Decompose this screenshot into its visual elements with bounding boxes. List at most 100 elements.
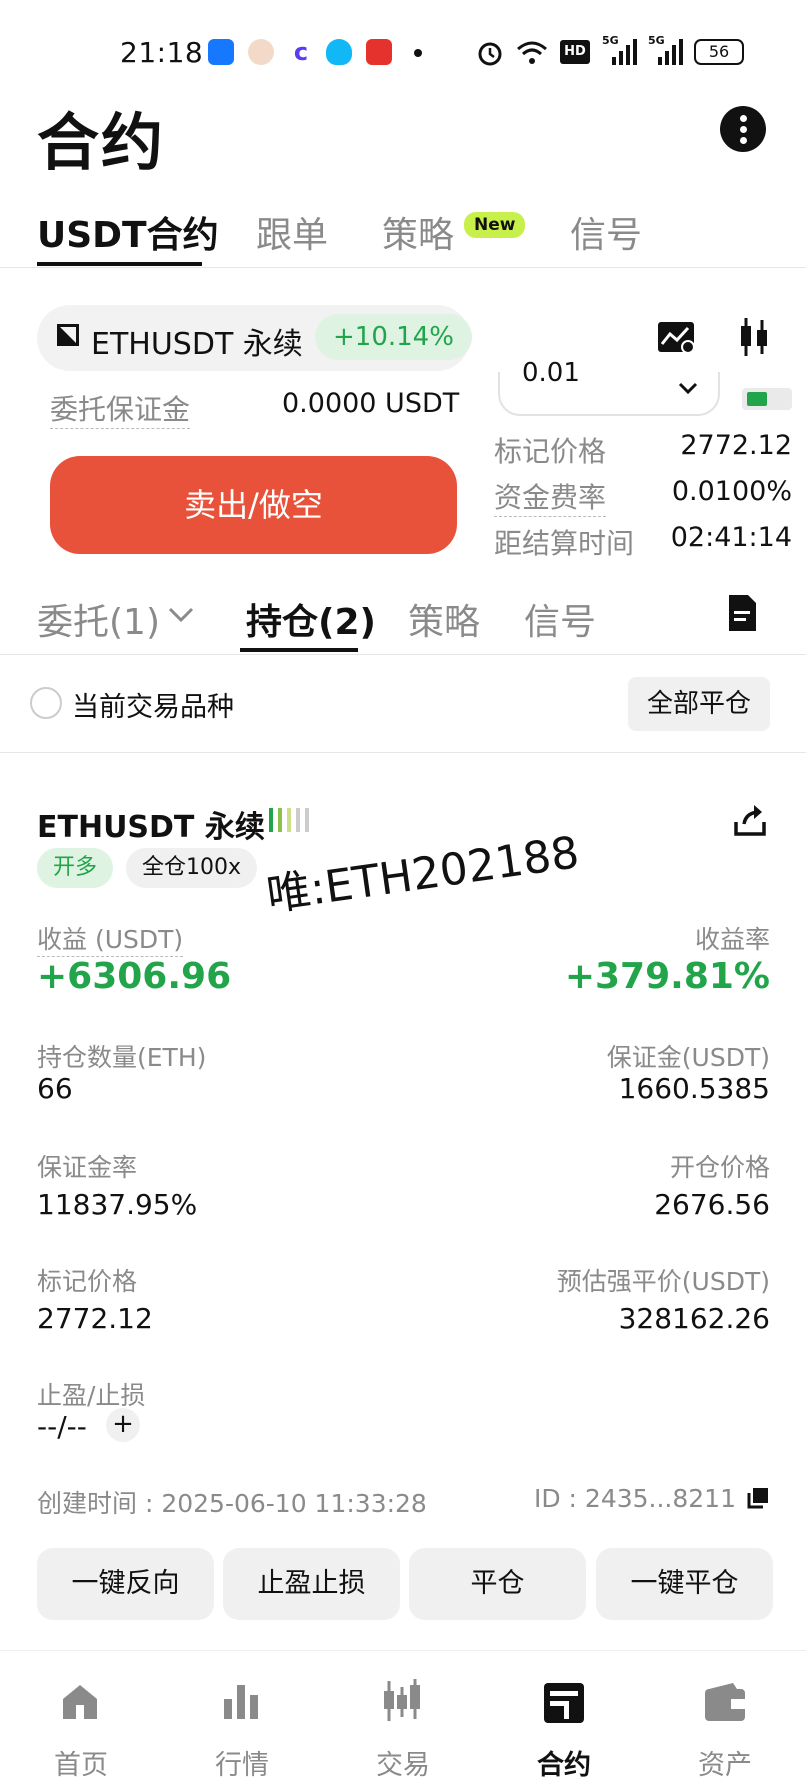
margin-value: 0.0000 USDT bbox=[282, 388, 460, 419]
close-all-button[interactable]: 全部平仓 bbox=[628, 677, 770, 731]
tab-usdt-contract[interactable]: USDT合约 bbox=[37, 206, 219, 258]
wallet-icon bbox=[705, 1683, 745, 1721]
created-time: 创建时间 : 2025-06-10 11:33:28 bbox=[37, 1489, 427, 1518]
mark-price-value: 2772.12 bbox=[680, 430, 792, 461]
position-mark-value: 2772.12 bbox=[37, 1302, 153, 1335]
nav-assets[interactable]: 资产 bbox=[645, 1651, 805, 1792]
contract-icon bbox=[544, 1683, 584, 1723]
home-icon bbox=[63, 1685, 97, 1719]
margin-ratio-value: 11837.95% bbox=[37, 1188, 198, 1221]
size-label: 持仓数量(ETH) bbox=[37, 1043, 207, 1072]
margin-label[interactable]: 委托保证金 bbox=[50, 388, 191, 429]
nav-markets[interactable]: 行情 bbox=[162, 1651, 322, 1792]
network-label-1: 5G bbox=[602, 34, 619, 47]
entry-price-value: 2676.56 bbox=[654, 1188, 770, 1221]
bar-chart-icon bbox=[224, 1685, 258, 1719]
tpsl-button[interactable]: 止盈止损 bbox=[223, 1548, 400, 1620]
add-tpsl-button[interactable]: + bbox=[106, 1408, 140, 1442]
sell-short-button[interactable]: 卖出/做空 bbox=[50, 456, 457, 554]
alarm-icon bbox=[478, 42, 502, 66]
nav-assets-label: 资产 bbox=[698, 1750, 752, 1781]
battery-level: 56 bbox=[708, 42, 730, 61]
liquidation-price-value: 328162.26 bbox=[618, 1302, 770, 1335]
tab-position-strategy[interactable]: 策略 bbox=[408, 593, 480, 645]
more-menu-button[interactable] bbox=[720, 106, 766, 152]
mode-tag: 全仓100x bbox=[126, 848, 258, 888]
funding-rate-value: 0.0100% bbox=[671, 476, 792, 507]
quick-close-button[interactable]: 一键平仓 bbox=[596, 1548, 773, 1620]
more-notifications-dot bbox=[414, 49, 422, 57]
reverse-position-button[interactable]: 一键反向 bbox=[37, 1548, 214, 1620]
active-tab-underline bbox=[37, 262, 202, 266]
qq-icon bbox=[326, 39, 352, 65]
c-app-icon: c bbox=[288, 39, 314, 65]
position-tabs: 委托(1) 持仓(2) 策略 信号 bbox=[0, 585, 806, 655]
side-tag: 开多 bbox=[37, 848, 114, 888]
position-margin-label: 保证金(USDT) bbox=[606, 1043, 770, 1072]
page-title: 合约 bbox=[37, 106, 166, 179]
mark-price-label: 标记价格 bbox=[494, 435, 607, 468]
roe-value: +379.81% bbox=[564, 956, 770, 997]
nav-contract[interactable]: 合约 bbox=[484, 1651, 644, 1792]
roe-label: 收益率 bbox=[694, 925, 770, 954]
funding-rate-label[interactable]: 资金费率 bbox=[494, 476, 607, 517]
tab-signal[interactable]: 信号 bbox=[570, 206, 642, 258]
orders-chevron-down-icon bbox=[168, 607, 194, 623]
current-symbol-checkbox[interactable] bbox=[30, 687, 62, 719]
pair-selector[interactable]: ETHUSDT 永续 +10.14% bbox=[37, 305, 472, 371]
position-id: ID : 2435...8211 bbox=[533, 1484, 736, 1513]
battery-icon: 56 bbox=[694, 39, 744, 65]
contract-tabs: USDT合约 跟单 策略 New 信号 bbox=[0, 200, 806, 268]
status-bar: 21:18 c HD 5G 5G 56 bbox=[0, 30, 806, 74]
nav-home-label: 首页 bbox=[54, 1750, 108, 1781]
current-symbol-label: 当前交易品种 bbox=[72, 692, 234, 723]
quantity-select[interactable]: 0.01 bbox=[498, 358, 720, 416]
share-icon[interactable] bbox=[732, 802, 768, 838]
pair-name: ETHUSDT 永续 bbox=[91, 327, 303, 362]
network-label-2: 5G bbox=[648, 34, 665, 47]
positions-tab-underline bbox=[240, 648, 358, 652]
toggle-switch[interactable] bbox=[742, 388, 792, 410]
copy-icon[interactable] bbox=[746, 1486, 770, 1510]
nav-trade-label: 交易 bbox=[376, 1750, 430, 1781]
tab-position-signal[interactable]: 信号 bbox=[524, 593, 596, 645]
tpsl-label: 止盈/止损 bbox=[37, 1381, 146, 1410]
tab-orders[interactable]: 委托(1) bbox=[37, 593, 160, 645]
tab-positions[interactable]: 持仓(2) bbox=[246, 593, 376, 645]
size-value: 66 bbox=[37, 1072, 73, 1105]
avatar-notification-icon bbox=[248, 39, 274, 65]
tpsl-value: --/-- bbox=[37, 1410, 87, 1443]
chevron-down-icon bbox=[678, 382, 698, 395]
nav-trade[interactable]: 交易 bbox=[323, 1651, 483, 1792]
pnl-label[interactable]: 收益 (USDT) bbox=[37, 920, 184, 957]
candlestick-icon[interactable] bbox=[738, 316, 770, 358]
leverage-bars-icon bbox=[269, 808, 309, 832]
chart-icon[interactable] bbox=[656, 320, 696, 356]
position-mark-label: 标记价格 bbox=[37, 1267, 138, 1296]
new-badge: New bbox=[464, 212, 526, 238]
filter-row: 当前交易品种 全部平仓 bbox=[0, 655, 806, 753]
close-position-button[interactable]: 平仓 bbox=[409, 1548, 586, 1620]
liquidation-price-label: 预估强平价(USDT) bbox=[556, 1267, 770, 1296]
nav-contract-label: 合约 bbox=[537, 1750, 591, 1781]
nav-home[interactable]: 首页 bbox=[1, 1651, 161, 1792]
tab-strategy[interactable]: 策略 bbox=[382, 206, 454, 258]
quantity-select-value: 0.01 bbox=[522, 358, 580, 388]
entry-price-label: 开仓价格 bbox=[669, 1153, 770, 1182]
trade-candle-icon bbox=[384, 1679, 420, 1721]
nav-markets-label: 行情 bbox=[215, 1750, 269, 1781]
pnl-value: +6306.96 bbox=[37, 956, 232, 997]
hd-icon: HD bbox=[560, 40, 590, 64]
pair-change-badge: +10.14% bbox=[315, 314, 472, 360]
margin-ratio-label: 保证金率 bbox=[37, 1153, 138, 1182]
settlement-time-value: 02:41:14 bbox=[670, 522, 792, 553]
tab-copy-trading[interactable]: 跟单 bbox=[256, 206, 328, 258]
red-packet-icon bbox=[366, 39, 392, 65]
position-margin-value: 1660.5385 bbox=[618, 1072, 770, 1105]
status-time: 21:18 bbox=[120, 36, 204, 69]
app-notification-icon bbox=[208, 39, 234, 65]
eth-symbol-icon bbox=[57, 324, 79, 346]
document-icon[interactable] bbox=[726, 593, 758, 633]
bottom-navigation: 首页 行情 交易 合约 资产 bbox=[0, 1650, 806, 1792]
wifi-icon bbox=[517, 41, 547, 64]
